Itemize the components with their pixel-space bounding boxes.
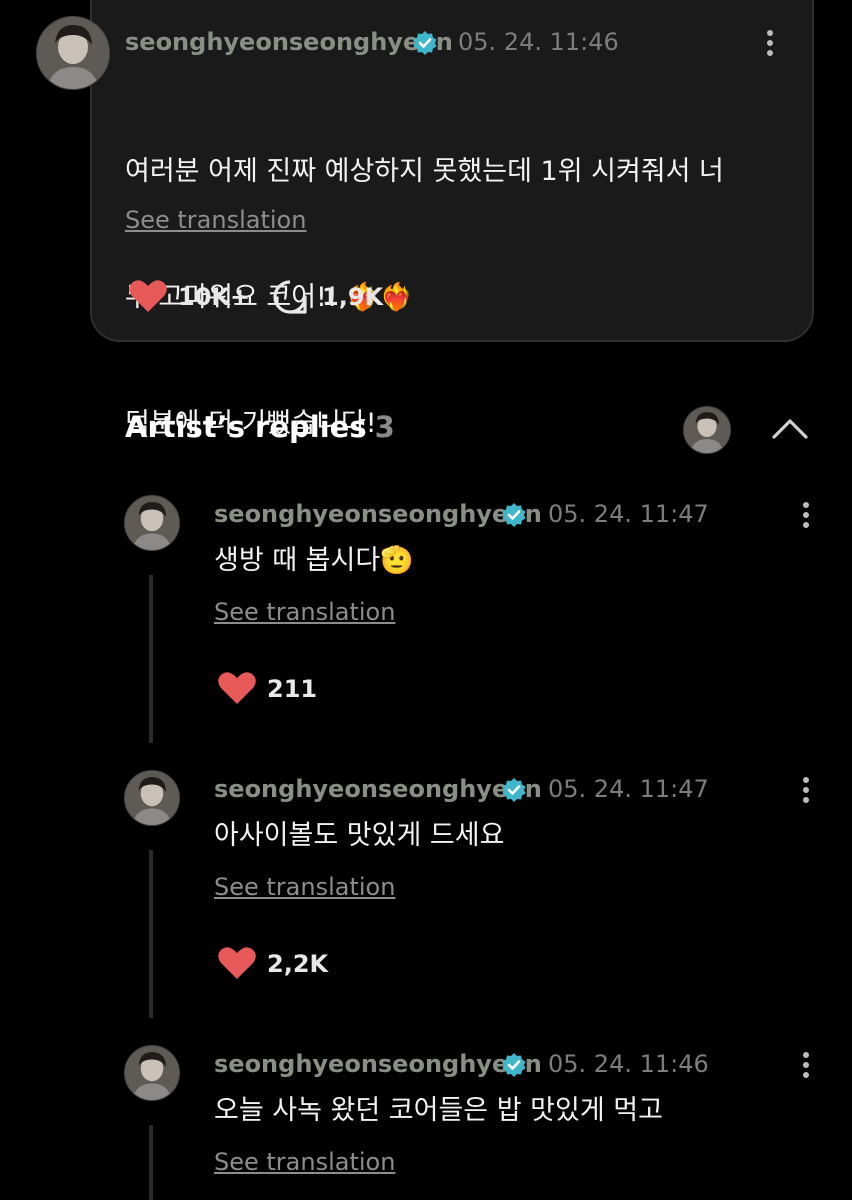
reply-avatar[interactable] bbox=[124, 1045, 180, 1101]
post-heart-icon[interactable] bbox=[128, 278, 168, 314]
reply-see-translation-link[interactable]: See translation bbox=[214, 873, 395, 901]
post-see-translation-link[interactable]: See translation bbox=[125, 206, 306, 234]
post-avatar[interactable] bbox=[36, 16, 110, 90]
reply-timestamp: 05. 24. 11:46 bbox=[548, 1050, 709, 1078]
verified-badge-icon bbox=[502, 1053, 526, 1077]
reply-like-count: 2,2K bbox=[267, 950, 329, 978]
post-text-line-1: 여러분 어제 진짜 예상하지 못했는데 1위 시켜줘서 너 bbox=[125, 156, 724, 187]
post-username[interactable]: seonghyeonseonghyeon bbox=[125, 28, 453, 56]
post-like-count: 10K+ bbox=[178, 283, 251, 311]
artist-replies-title: Artist’s replies bbox=[125, 410, 367, 444]
reply-text: 생방 때 봅시다🫡 bbox=[214, 545, 414, 576]
verified-badge-icon bbox=[502, 503, 526, 527]
verified-badge-icon bbox=[502, 778, 526, 802]
post-comment-count: 1,9K bbox=[322, 283, 384, 311]
post-more-vertical-icon[interactable] bbox=[760, 30, 780, 60]
artist-replies-header: Artist’s replies 3 bbox=[125, 410, 395, 444]
avatar-image bbox=[684, 407, 730, 453]
reply-text: 오늘 사녹 왔던 코어들은 밥 맛있게 먹고 bbox=[214, 1095, 663, 1126]
reply-avatar[interactable] bbox=[124, 770, 180, 826]
reply-username[interactable]: seonghyeonseonghyeon bbox=[214, 1050, 542, 1078]
avatar-image bbox=[125, 1046, 179, 1100]
reply-timestamp: 05. 24. 11:47 bbox=[548, 775, 709, 803]
reply-username[interactable]: seonghyeonseonghyeon bbox=[214, 775, 542, 803]
verified-badge-icon bbox=[413, 31, 437, 55]
comment-bubble-icon[interactable] bbox=[272, 279, 308, 315]
reply-see-translation-link[interactable]: See translation bbox=[214, 598, 395, 626]
reply-timestamp: 05. 24. 11:47 bbox=[548, 500, 709, 528]
reply-heart-icon[interactable] bbox=[217, 945, 257, 981]
artist-replies-count: 3 bbox=[374, 410, 395, 444]
reply-see-translation-link[interactable]: See translation bbox=[214, 1148, 395, 1176]
chevron-up-icon[interactable] bbox=[770, 415, 810, 443]
reply-more-vertical-icon[interactable] bbox=[796, 502, 816, 532]
reply-thread-line bbox=[149, 575, 153, 743]
reply-heart-icon[interactable] bbox=[217, 670, 257, 706]
reply-more-vertical-icon[interactable] bbox=[796, 777, 816, 807]
reply-username[interactable]: seonghyeonseonghyeon bbox=[214, 500, 542, 528]
reply-thread-line bbox=[149, 1125, 153, 1200]
reply-more-vertical-icon[interactable] bbox=[796, 1052, 816, 1082]
reply-text: 아사이볼도 맛있게 드세요 bbox=[214, 820, 505, 851]
post-timestamp: 05. 24. 11:46 bbox=[458, 28, 619, 56]
avatar-image bbox=[125, 771, 179, 825]
reply-thread-line bbox=[149, 850, 153, 1018]
avatar-image bbox=[125, 496, 179, 550]
avatar-image bbox=[37, 17, 109, 89]
replies-header-avatar bbox=[683, 406, 731, 454]
weverse-post-screen: seonghyeonseonghyeon 05. 24. 11:46 여러분 어… bbox=[0, 0, 852, 1200]
reply-like-count: 211 bbox=[267, 675, 318, 703]
reply-avatar[interactable] bbox=[124, 495, 180, 551]
